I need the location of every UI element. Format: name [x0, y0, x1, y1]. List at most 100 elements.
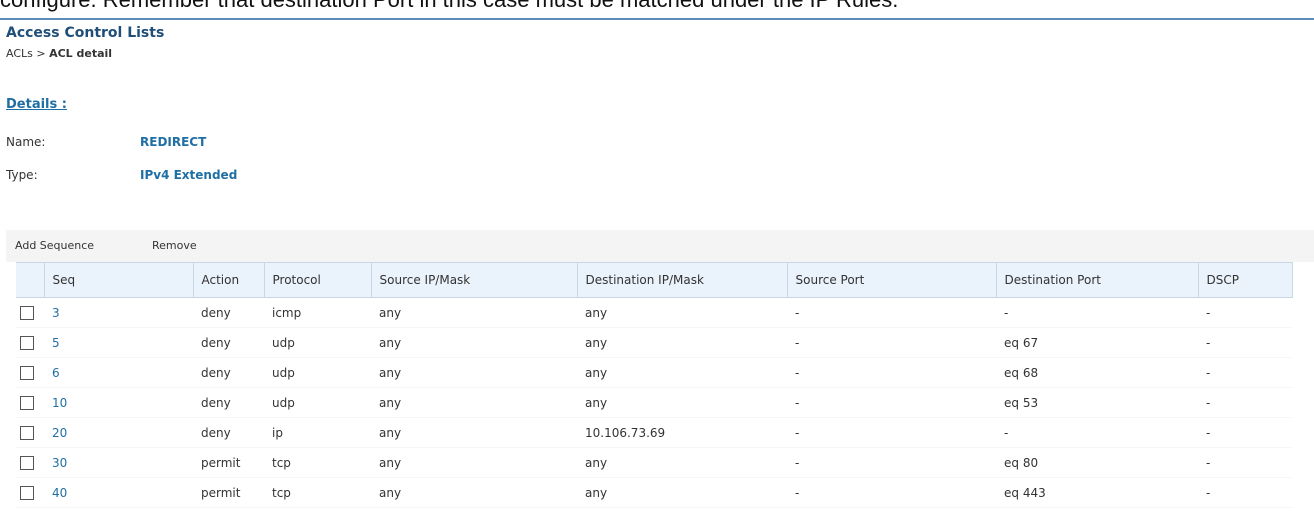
column-header-protocol[interactable]: Protocol: [264, 262, 372, 298]
cell-destination-ip-text: any: [585, 335, 608, 350]
cell-protocol: udp: [264, 387, 371, 418]
column-header-destination-port[interactable]: Destination Port: [996, 262, 1199, 298]
cell-destination-ip: any: [577, 477, 787, 508]
table-row: 40 permit tcp any any - eq 443 -: [16, 477, 1292, 508]
breadcrumb: ACLs > ACL detail: [6, 47, 112, 60]
row-select-cell: [16, 387, 44, 418]
seq-link[interactable]: 30: [52, 456, 67, 470]
column-header-dscp[interactable]: DSCP: [1198, 262, 1293, 298]
cell-protocol-text: udp: [272, 365, 295, 380]
cell-action-text: deny: [201, 305, 231, 320]
row-checkbox[interactable]: [20, 395, 34, 410]
cell-source-ip-text: any: [379, 485, 402, 500]
cell-source-port-text: -: [795, 305, 800, 320]
cell-destination-ip-text: any: [585, 455, 608, 470]
table-row: 20 deny ip any 10.106.73.69 - - -: [16, 417, 1292, 448]
cell-destination-port-text: -: [1004, 305, 1009, 320]
cell-destination-port-text: eq 68: [1004, 365, 1039, 380]
table-row: 6 deny udp any any - eq 68 -: [16, 357, 1292, 388]
cell-destination-port-text: -: [1004, 425, 1009, 440]
cell-source-ip: any: [371, 477, 577, 508]
cell-dscp-text: -: [1206, 335, 1211, 350]
cell-protocol-text: ip: [272, 425, 283, 440]
cell-destination-port-text: eq 67: [1004, 335, 1039, 350]
cell-dscp: -: [1198, 477, 1292, 508]
cell-source-port-text: -: [795, 485, 800, 500]
cell-seq: 5: [44, 327, 193, 358]
column-header-source-port[interactable]: Source Port: [787, 262, 997, 298]
breadcrumb-parent[interactable]: ACLs: [6, 47, 33, 60]
clipped-banner-text: configure. Remember that destination Por…: [0, 0, 1314, 20]
cell-action-text: deny: [201, 335, 231, 350]
cell-destination-ip-text: 10.106.73.69: [585, 425, 666, 440]
cell-seq: 40: [44, 477, 193, 508]
clipped-banner-label: configure. Remember that destination Por…: [0, 0, 898, 13]
type-label: Type:: [6, 168, 38, 182]
cell-protocol-text: udp: [272, 395, 295, 410]
cell-destination-port-text: eq 80: [1004, 455, 1039, 470]
cell-destination-ip-text: any: [585, 305, 608, 320]
cell-action: deny: [193, 387, 264, 418]
cell-destination-port: -: [996, 297, 1198, 328]
name-label: Name:: [6, 135, 46, 149]
column-header-destination-ip[interactable]: Destination IP/Mask: [577, 262, 788, 298]
cell-action: deny: [193, 417, 264, 448]
seq-link[interactable]: 3: [52, 306, 60, 320]
type-value: IPv4 Extended: [140, 168, 238, 182]
cell-source-ip-text: any: [379, 365, 402, 380]
cell-destination-ip: any: [577, 327, 787, 358]
cell-source-port-text: -: [795, 335, 800, 350]
cell-destination-ip-text: any: [585, 395, 608, 410]
cell-source-ip-text: any: [379, 305, 402, 320]
row-checkbox[interactable]: [20, 425, 34, 440]
row-checkbox[interactable]: [20, 485, 34, 500]
cell-dscp-text: -: [1206, 425, 1211, 440]
cell-protocol-text: tcp: [272, 455, 291, 470]
acl-table: Seq Action Protocol Source IP/Mask Desti…: [16, 262, 1293, 508]
row-checkbox[interactable]: [20, 455, 34, 470]
cell-dscp: -: [1198, 297, 1292, 328]
row-select-cell: [16, 357, 44, 388]
table-row: 10 deny udp any any - eq 53 -: [16, 387, 1292, 418]
row-checkbox[interactable]: [20, 365, 34, 380]
details-heading: Details :: [6, 97, 67, 112]
cell-action-text: deny: [201, 425, 231, 440]
cell-destination-port-text: eq 443: [1004, 485, 1046, 500]
cell-destination-ip: any: [577, 387, 787, 418]
column-header-seq[interactable]: Seq: [44, 262, 194, 298]
remove-button[interactable]: Remove: [152, 239, 197, 252]
page-title: Access Control Lists: [6, 25, 165, 41]
column-header-source-ip[interactable]: Source IP/Mask: [371, 262, 578, 298]
cell-source-ip-text: any: [379, 335, 402, 350]
cell-source-port-text: -: [795, 455, 800, 470]
cell-protocol: udp: [264, 357, 371, 388]
row-checkbox[interactable]: [20, 305, 34, 320]
toolbar: Add Sequence Remove: [6, 230, 1314, 262]
cell-source-port: -: [787, 417, 996, 448]
breadcrumb-current: ACL detail: [49, 47, 113, 60]
seq-link[interactable]: 40: [52, 486, 67, 500]
add-sequence-button[interactable]: Add Sequence: [15, 239, 94, 252]
cell-action-text: permit: [201, 455, 241, 470]
cell-action: deny: [193, 297, 264, 328]
cell-dscp-text: -: [1206, 485, 1211, 500]
cell-dscp-text: -: [1206, 455, 1211, 470]
cell-dscp: -: [1198, 327, 1292, 358]
row-select-cell: [16, 297, 44, 328]
cell-source-ip: any: [371, 327, 577, 358]
table-row: 30 permit tcp any any - eq 80 -: [16, 447, 1292, 478]
seq-link[interactable]: 10: [52, 396, 67, 410]
table-header-row: Seq Action Protocol Source IP/Mask Desti…: [16, 262, 1293, 298]
cell-destination-port: eq 80: [996, 447, 1198, 478]
name-value: REDIRECT: [140, 135, 207, 149]
cell-seq: 30: [44, 447, 193, 478]
column-header-action[interactable]: Action: [193, 262, 265, 298]
row-checkbox[interactable]: [20, 335, 34, 350]
seq-link[interactable]: 5: [52, 336, 60, 350]
seq-link[interactable]: 6: [52, 366, 60, 380]
cell-destination-port: -: [996, 417, 1198, 448]
row-select-cell: [16, 327, 44, 358]
seq-link[interactable]: 20: [52, 426, 67, 440]
cell-dscp: -: [1198, 387, 1292, 418]
cell-action: deny: [193, 357, 264, 388]
